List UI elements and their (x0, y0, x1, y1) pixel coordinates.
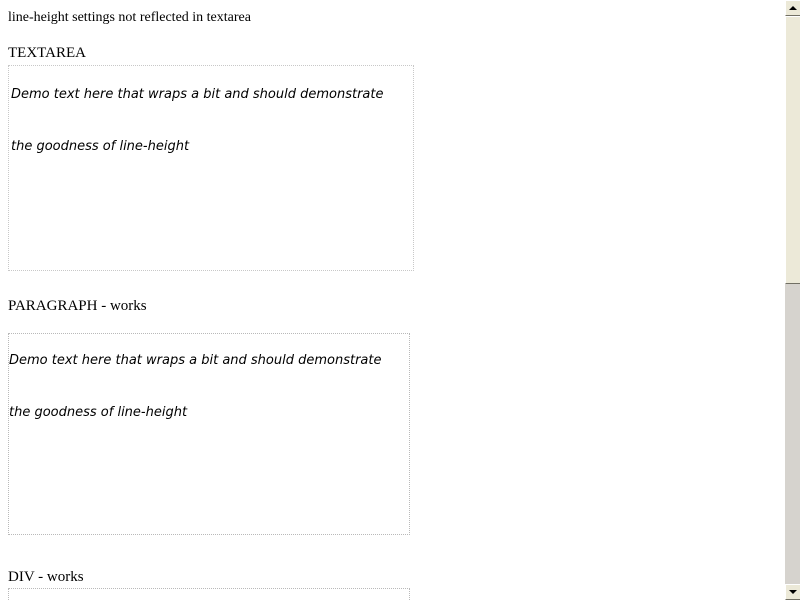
demo-paragraph: Demo text here that wraps a bit and shou… (8, 333, 410, 535)
vertical-scrollbar[interactable] (784, 0, 800, 600)
scrollbar-thumb[interactable] (785, 16, 800, 284)
textarea-text-line-2: the goodness of line-height (11, 139, 190, 154)
page-viewport: line-height settings not reflected in te… (0, 0, 784, 600)
arrow-down-icon (789, 590, 797, 594)
textarea-text-line-1: Demo text here that wraps a bit and shou… (11, 87, 384, 102)
arrow-up-icon (789, 6, 797, 10)
page-title: line-height settings not reflected in te… (8, 10, 251, 25)
textarea-section-label: TEXTAREA (8, 45, 86, 61)
scrollbar-track[interactable] (785, 284, 800, 584)
paragraph-text-line-2: the goodness of line-height (9, 405, 188, 420)
scroll-down-button[interactable] (785, 584, 800, 600)
paragraph-text-line-1: Demo text here that wraps a bit and shou… (9, 353, 382, 368)
paragraph-section-label: PARAGRAPH - works (8, 298, 147, 314)
demo-div (8, 588, 410, 600)
div-section-label: DIV - works (8, 569, 84, 585)
scroll-up-button[interactable] (785, 0, 800, 16)
demo-textarea[interactable]: Demo text here that wraps a bit and shou… (8, 65, 414, 271)
